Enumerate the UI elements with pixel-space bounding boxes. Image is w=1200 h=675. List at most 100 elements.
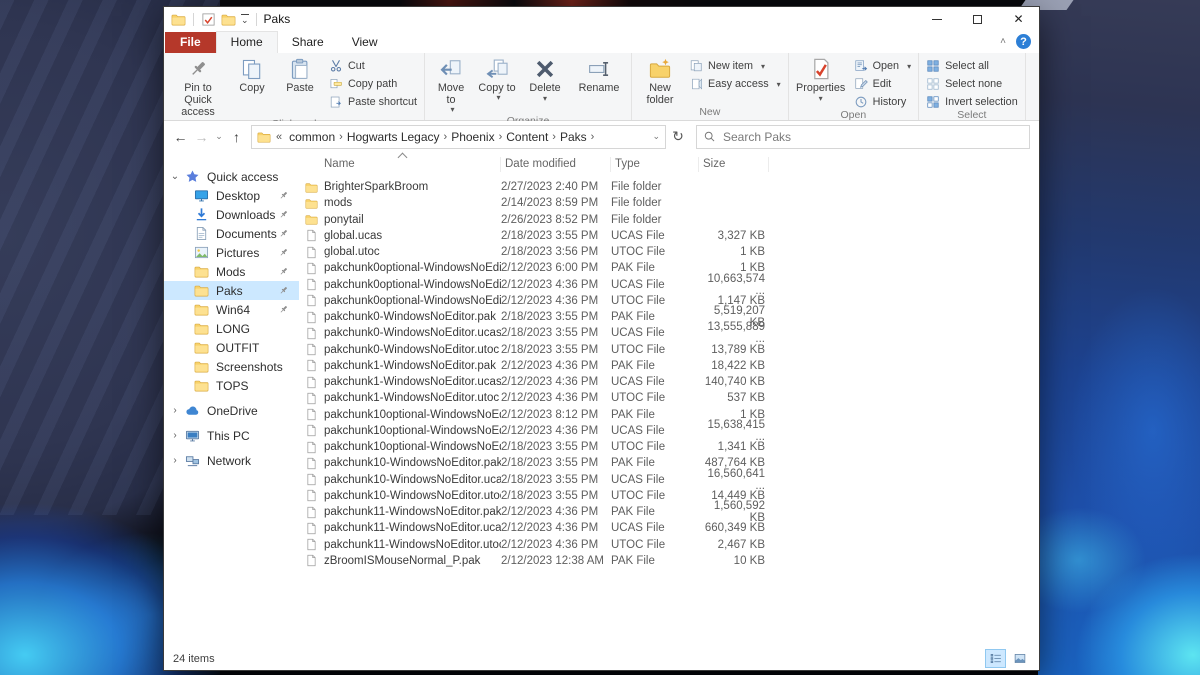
- file-row[interactable]: pakchunk0-WindowsNoEditor.pak2/18/2023 3…: [302, 309, 1039, 325]
- close-button[interactable]: ✕: [998, 7, 1039, 31]
- collapse-chevron-icon[interactable]: ⌄: [170, 171, 180, 182]
- file-row[interactable]: pakchunk11-WindowsNoEditor.utoc2/12/2023…: [302, 537, 1039, 553]
- collapse-ribbon-icon[interactable]: ˄: [1000, 36, 1006, 47]
- copy-path-button[interactable]: Copy path: [329, 77, 417, 91]
- open-button[interactable]: Open: [854, 59, 911, 73]
- breadcrumb-item-common[interactable]: common: [287, 130, 337, 144]
- file-row[interactable]: global.ucas2/18/2023 3:55 PMUCAS File3,3…: [302, 228, 1039, 244]
- sidebar-item-quick-access[interactable]: ⌄Quick access: [164, 167, 299, 186]
- breadcrumb-item-paks[interactable]: Paks: [558, 130, 589, 144]
- file-row[interactable]: pakchunk10-WindowsNoEditor.utoc2/18/2023…: [302, 488, 1039, 504]
- pin-to-quick-access-button[interactable]: Pin to Quick access: [167, 54, 229, 118]
- sidebar-item-documents[interactable]: Documents: [164, 224, 299, 243]
- edit-button[interactable]: Edit: [854, 77, 911, 91]
- sidebar-item-network[interactable]: ›Network: [164, 451, 299, 470]
- sidebar-item-pictures[interactable]: Pictures: [164, 243, 299, 262]
- recent-locations-dropdown-icon[interactable]: ⌄: [212, 131, 226, 142]
- file-row[interactable]: pakchunk11-WindowsNoEditor.pak2/12/2023 …: [302, 504, 1039, 520]
- breadcrumb-overflow-icon[interactable]: «: [274, 131, 284, 143]
- rename-button[interactable]: Rename: [570, 54, 628, 115]
- history-button[interactable]: History: [854, 95, 911, 109]
- copy-to-button[interactable]: Copy to: [474, 54, 520, 115]
- new-item-button[interactable]: New item: [689, 59, 781, 73]
- sidebar-item-screenshots[interactable]: Screenshots: [164, 357, 299, 376]
- file-row[interactable]: zBroomISMouseNormal_P.pak2/12/2023 12:38…: [302, 553, 1039, 569]
- breadcrumb-item-content[interactable]: Content: [504, 130, 550, 144]
- column-header-size[interactable]: Size: [699, 157, 769, 172]
- properties-button[interactable]: Properties: [792, 54, 850, 109]
- folder-row[interactable]: BrighterSparkBroom2/27/2023 2:40 PMFile …: [302, 179, 1039, 195]
- move-to-button[interactable]: Move to: [428, 54, 474, 115]
- file-row[interactable]: pakchunk10-WindowsNoEditor.pak2/18/2023 …: [302, 455, 1039, 471]
- breadcrumb-separator-icon[interactable]: ›: [337, 131, 345, 143]
- file-row[interactable]: pakchunk10optional-WindowsNoEditor....2/…: [302, 439, 1039, 455]
- folder-row[interactable]: ponytail2/26/2023 8:52 PMFile folder: [302, 212, 1039, 228]
- file-row[interactable]: pakchunk10optional-WindowsNoEditor....2/…: [302, 423, 1039, 439]
- sidebar-item-tops[interactable]: TOPS: [164, 376, 299, 395]
- breadcrumb-separator-icon[interactable]: ›: [550, 131, 558, 143]
- back-button[interactable]: ←: [170, 129, 191, 145]
- tab-share[interactable]: Share: [278, 32, 338, 53]
- new-folder-button[interactable]: New folder: [635, 54, 685, 106]
- file-row[interactable]: pakchunk10-WindowsNoEditor.ucas2/18/2023…: [302, 472, 1039, 488]
- select-none-button[interactable]: Select none: [926, 77, 1018, 91]
- breadcrumb-separator-icon[interactable]: ›: [442, 131, 450, 143]
- tab-file[interactable]: File: [165, 32, 216, 53]
- properties-qat-icon[interactable]: [201, 12, 216, 27]
- file-row[interactable]: pakchunk11-WindowsNoEditor.ucas2/12/2023…: [302, 520, 1039, 536]
- minimize-button[interactable]: [916, 7, 957, 31]
- file-row[interactable]: pakchunk0-WindowsNoEditor.ucas2/18/2023 …: [302, 325, 1039, 341]
- search-input[interactable]: [721, 129, 1023, 145]
- qat-customize-dropdown-icon[interactable]: ⌄: [241, 14, 249, 25]
- file-row[interactable]: pakchunk0-WindowsNoEditor.utoc2/18/2023 …: [302, 342, 1039, 358]
- sidebar-item-desktop[interactable]: Desktop: [164, 186, 299, 205]
- copy-button[interactable]: Copy: [229, 54, 275, 118]
- breadcrumb-separator-icon[interactable]: ›: [497, 131, 505, 143]
- select-all-button[interactable]: Select all: [926, 59, 1018, 73]
- sidebar-item-outfit[interactable]: OUTFIT: [164, 338, 299, 357]
- sidebar-item-paks[interactable]: Paks: [164, 281, 299, 300]
- breadcrumb-item-hogwarts-legacy[interactable]: Hogwarts Legacy: [345, 130, 442, 144]
- sidebar-item-win64[interactable]: Win64: [164, 300, 299, 319]
- file-row[interactable]: pakchunk1-WindowsNoEditor.utoc2/12/2023 …: [302, 390, 1039, 406]
- file-row[interactable]: pakchunk0optional-WindowsNoEditor.ut...2…: [302, 293, 1039, 309]
- paste-shortcut-button[interactable]: Paste shortcut: [329, 95, 417, 109]
- details-view-button[interactable]: [985, 649, 1006, 668]
- breadcrumb-item-phoenix[interactable]: Phoenix: [449, 130, 496, 144]
- maximize-button[interactable]: [957, 7, 998, 31]
- breadcrumb-separator-icon[interactable]: ›: [589, 131, 597, 143]
- new-folder-qat-icon[interactable]: [221, 12, 236, 27]
- sidebar-item-mods[interactable]: Mods: [164, 262, 299, 281]
- file-row[interactable]: pakchunk1-WindowsNoEditor.ucas2/12/2023 …: [302, 374, 1039, 390]
- breadcrumb[interactable]: « common›Hogwarts Legacy›Phoenix›Content…: [251, 125, 666, 149]
- sidebar-item-long[interactable]: LONG: [164, 319, 299, 338]
- file-row[interactable]: pakchunk10optional-WindowsNoEditor....2/…: [302, 407, 1039, 423]
- expand-chevron-icon[interactable]: ›: [170, 430, 180, 441]
- folder-row[interactable]: mods2/14/2023 8:59 PMFile folder: [302, 195, 1039, 211]
- easy-access-button[interactable]: Easy access: [689, 77, 781, 91]
- refresh-button[interactable]: ↻: [666, 128, 690, 145]
- column-header-date-modified[interactable]: Date modified: [501, 157, 611, 172]
- search-box[interactable]: [696, 125, 1030, 149]
- sidebar-item-onedrive[interactable]: ›OneDrive: [164, 401, 299, 420]
- sidebar-item-this-pc[interactable]: ›This PC: [164, 426, 299, 445]
- thumbnails-view-button[interactable]: [1009, 649, 1030, 668]
- expand-chevron-icon[interactable]: ›: [170, 455, 180, 466]
- up-button[interactable]: ↑: [226, 129, 247, 145]
- file-row[interactable]: pakchunk0optional-WindowsNoEditor.u...2/…: [302, 277, 1039, 293]
- column-header-type[interactable]: Type: [611, 157, 699, 172]
- forward-button[interactable]: →: [191, 129, 212, 145]
- tab-view[interactable]: View: [338, 32, 392, 53]
- tab-home[interactable]: Home: [216, 31, 278, 53]
- file-row[interactable]: pakchunk1-WindowsNoEditor.pak2/12/2023 4…: [302, 358, 1039, 374]
- help-icon[interactable]: ?: [1016, 34, 1031, 49]
- sidebar-item-downloads[interactable]: Downloads: [164, 205, 299, 224]
- delete-button[interactable]: Delete: [520, 54, 570, 115]
- expand-chevron-icon[interactable]: ›: [170, 405, 180, 416]
- invert-selection-button[interactable]: Invert selection: [926, 95, 1018, 109]
- file-row[interactable]: global.utoc2/18/2023 3:56 PMUTOC File1 K…: [302, 244, 1039, 260]
- cut-button[interactable]: Cut: [329, 59, 417, 73]
- paste-button[interactable]: Paste: [275, 54, 325, 118]
- file-row[interactable]: pakchunk0optional-WindowsNoEditor.pak2/1…: [302, 260, 1039, 276]
- address-dropdown-icon[interactable]: ⌄: [652, 131, 660, 142]
